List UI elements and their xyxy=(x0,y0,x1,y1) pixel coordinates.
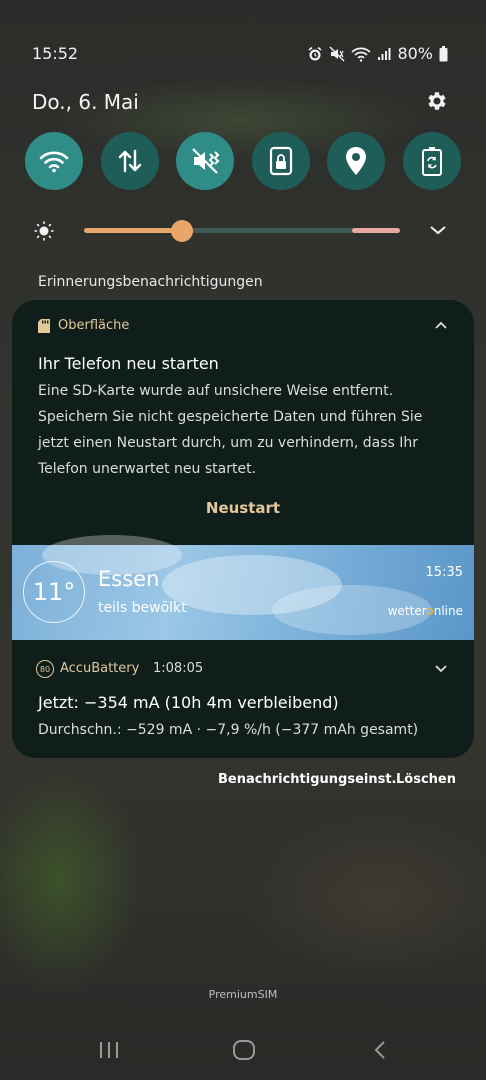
notification-settings-button[interactable]: Benachrichtigungseinst. xyxy=(218,772,397,787)
battery-percent: 80% xyxy=(397,44,433,63)
rotation-lock-icon xyxy=(269,146,292,176)
carrier-label: PremiumSIM xyxy=(208,988,278,1001)
notification-title: Ihr Telefon neu starten xyxy=(38,354,219,373)
notification-body: Durchschn.: −529 mA · −7,9 %/h (−377 mAh… xyxy=(38,722,419,738)
gear-icon[interactable] xyxy=(424,89,448,113)
notification-title: Jetzt: −354 mA (10h 4m verbleibend) xyxy=(38,693,339,712)
qs-sound-toggle[interactable] xyxy=(176,132,235,190)
chevron-up-icon[interactable] xyxy=(434,320,448,330)
status-time: 15:52 xyxy=(32,44,79,63)
section-label: Erinnerungsbenachrichtigungen xyxy=(38,274,263,290)
qs-wifi-toggle[interactable] xyxy=(25,132,83,190)
brightness-slider[interactable] xyxy=(84,220,400,242)
notification-body: Eine SD-Karte wurde auf unsichere Weise … xyxy=(38,383,423,477)
qs-mobile-data-toggle[interactable] xyxy=(100,132,159,190)
notification-app-name[interactable]: AccuBattery xyxy=(60,661,139,676)
weather-time: 15:35 xyxy=(425,565,463,580)
restart-button[interactable]: Neustart xyxy=(12,499,474,517)
brand-o: o xyxy=(426,604,434,618)
wifi-icon xyxy=(39,151,69,173)
weather-condition: teils bewölkt xyxy=(98,600,187,616)
brightness-sun-icon xyxy=(34,221,54,241)
accubattery-badge-icon: 80 xyxy=(36,660,54,678)
recent-apps-icon[interactable] xyxy=(98,1040,120,1060)
clear-all-button[interactable]: Löschen xyxy=(396,772,456,787)
battery-icon xyxy=(439,45,448,61)
brand-prefix: wetter xyxy=(387,604,427,618)
wifi-icon xyxy=(351,47,372,62)
notification-time: 1:08:05 xyxy=(153,661,204,676)
mute-icon xyxy=(329,45,345,62)
qs-power-saving-toggle[interactable] xyxy=(402,132,461,190)
home-icon[interactable] xyxy=(232,1040,256,1060)
vibrate-mute-icon xyxy=(192,148,220,174)
location-pin-icon xyxy=(346,147,367,175)
notification-app-name: Oberfläche xyxy=(58,318,130,333)
quick-settings-row xyxy=(25,132,461,190)
notification-app-header[interactable]: Oberfläche xyxy=(38,318,129,333)
weather-city: Essen xyxy=(98,567,160,591)
alarm-icon xyxy=(308,46,322,60)
brightness-slider-limit xyxy=(352,228,400,233)
signal-icon xyxy=(378,47,391,60)
back-icon[interactable] xyxy=(372,1040,388,1060)
battery-recycle-icon xyxy=(421,147,442,176)
notification-card: Oberfläche Ihr Telefon neu starten Eine … xyxy=(12,300,474,758)
weather-notification[interactable]: 11° Essen teils bewölkt 15:35 wetteronli… xyxy=(12,535,474,640)
qs-location-toggle[interactable] xyxy=(327,132,386,190)
status-icons: 80% xyxy=(307,44,448,63)
qs-rotation-lock-toggle[interactable] xyxy=(251,132,310,190)
date-label: Do., 6. Mai xyxy=(32,90,139,114)
chevron-down-icon[interactable] xyxy=(434,664,448,674)
sd-card-icon xyxy=(38,318,50,333)
brightness-slider-fill xyxy=(84,228,182,233)
weather-brand-logo: wetteronline xyxy=(388,604,463,618)
data-arrows-icon xyxy=(118,149,141,173)
brightness-slider-thumb[interactable] xyxy=(170,220,193,242)
brand-suffix: nline xyxy=(433,604,463,618)
weather-temperature: 11° xyxy=(23,561,85,623)
chevron-down-icon[interactable] xyxy=(428,222,448,238)
